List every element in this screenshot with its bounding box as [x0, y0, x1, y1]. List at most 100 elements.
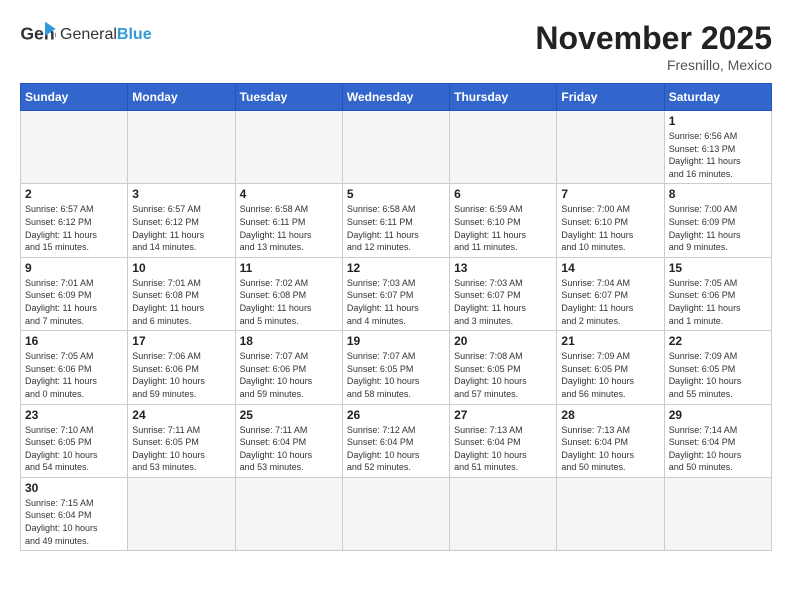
- calendar-cell: 5 Sunrise: 6:58 AM Sunset: 6:11 PM Daylig…: [342, 184, 449, 257]
- day-header-sunday: Sunday: [21, 84, 128, 111]
- day-info: Sunrise: 7:05 AM Sunset: 6:06 PM Dayligh…: [25, 350, 123, 400]
- calendar-week-row: 16 Sunrise: 7:05 AM Sunset: 6:06 PM Dayli…: [21, 331, 772, 404]
- day-header-thursday: Thursday: [450, 84, 557, 111]
- day-info: Sunrise: 6:57 AM Sunset: 6:12 PM Dayligh…: [25, 203, 123, 253]
- calendar-cell: 6Sunrise: 6:59 AM Sunset: 6:10 PM Daylig…: [450, 184, 557, 257]
- calendar-cell: [557, 111, 664, 184]
- calendar-cell: [128, 111, 235, 184]
- calendar-cell: [450, 477, 557, 550]
- day-info: Sunrise: 6:58 AM Sunset: 6:11 PM Dayligh…: [240, 203, 338, 253]
- calendar-week-row: 1Sunrise: 6:56 AM Sunset: 6:13 PM Daylig…: [21, 111, 772, 184]
- calendar-cell: [235, 111, 342, 184]
- logo: General GeneralBlue: [20, 20, 152, 50]
- calendar-cell: 13 Sunrise: 7:03 AM Sunset: 6:07 PM Dayli…: [450, 257, 557, 330]
- day-info: Sunrise: 7:03 AM Sunset: 6:07 PM Dayligh…: [454, 277, 552, 327]
- calendar-cell: 1Sunrise: 6:56 AM Sunset: 6:13 PM Daylig…: [664, 111, 771, 184]
- calendar-cell: 28 Sunrise: 7:13 AM Sunset: 6:04 PM Dayli…: [557, 404, 664, 477]
- calendar-cell: 21Sunrise: 7:09 AM Sunset: 6:05 PM Dayli…: [557, 331, 664, 404]
- calendar-cell: [235, 477, 342, 550]
- calendar-cell: 24 Sunrise: 7:11 AM Sunset: 6:05 PM Dayli…: [128, 404, 235, 477]
- day-number: 26: [347, 408, 445, 422]
- calendar-cell: 3Sunrise: 6:57 AM Sunset: 6:12 PM Daylig…: [128, 184, 235, 257]
- calendar-cell: 17Sunrise: 7:06 AM Sunset: 6:06 PM Dayli…: [128, 331, 235, 404]
- calendar-cell: [557, 477, 664, 550]
- calendar-week-row: 30Sunrise: 7:15 AM Sunset: 6:04 PM Dayli…: [21, 477, 772, 550]
- month-title: November 2025: [535, 20, 772, 57]
- day-number: 11: [240, 261, 338, 275]
- page-header: General GeneralBlue November 2025 Fresni…: [20, 20, 772, 73]
- calendar-cell: [21, 111, 128, 184]
- day-number: 23: [25, 408, 123, 422]
- calendar-cell: [664, 477, 771, 550]
- day-info: Sunrise: 7:06 AM Sunset: 6:06 PM Dayligh…: [132, 350, 230, 400]
- calendar-cell: 23 Sunrise: 7:10 AM Sunset: 6:05 PM Dayli…: [21, 404, 128, 477]
- day-number: 24: [132, 408, 230, 422]
- day-number: 18: [240, 334, 338, 348]
- day-info: Sunrise: 7:10 AM Sunset: 6:05 PM Dayligh…: [25, 424, 123, 474]
- day-info: Sunrise: 7:01 AM Sunset: 6:09 PM Dayligh…: [25, 277, 123, 327]
- day-number: 9: [25, 261, 123, 275]
- day-number: 21: [561, 334, 659, 348]
- calendar-cell: 18Sunrise: 7:07 AM Sunset: 6:06 PM Dayli…: [235, 331, 342, 404]
- day-number: 5: [347, 187, 445, 201]
- day-info: Sunrise: 7:04 AM Sunset: 6:07 PM Dayligh…: [561, 277, 659, 327]
- day-info: Sunrise: 7:01 AM Sunset: 6:08 PM Dayligh…: [132, 277, 230, 327]
- day-info: Sunrise: 7:14 AM Sunset: 6:04 PM Dayligh…: [669, 424, 767, 474]
- day-number: 2: [25, 187, 123, 201]
- calendar-cell: [342, 477, 449, 550]
- day-info: Sunrise: 6:59 AM Sunset: 6:10 PM Dayligh…: [454, 203, 552, 253]
- calendar-cell: 8 Sunrise: 7:00 AM Sunset: 6:09 PM Daylig…: [664, 184, 771, 257]
- day-number: 28: [561, 408, 659, 422]
- day-number: 22: [669, 334, 767, 348]
- day-number: 13: [454, 261, 552, 275]
- day-info: Sunrise: 6:58 AM Sunset: 6:11 PM Dayligh…: [347, 203, 445, 253]
- day-number: 7: [561, 187, 659, 201]
- calendar-week-row: 23 Sunrise: 7:10 AM Sunset: 6:05 PM Dayli…: [21, 404, 772, 477]
- day-info: Sunrise: 7:13 AM Sunset: 6:04 PM Dayligh…: [561, 424, 659, 474]
- calendar-cell: 25 Sunrise: 7:11 AM Sunset: 6:04 PM Dayli…: [235, 404, 342, 477]
- day-number: 19: [347, 334, 445, 348]
- day-info: Sunrise: 7:13 AM Sunset: 6:04 PM Dayligh…: [454, 424, 552, 474]
- calendar-header-row: SundayMondayTuesdayWednesdayThursdayFrid…: [21, 84, 772, 111]
- calendar-cell: 14 Sunrise: 7:04 AM Sunset: 6:07 PM Dayli…: [557, 257, 664, 330]
- calendar-cell: [450, 111, 557, 184]
- location: Fresnillo, Mexico: [535, 57, 772, 73]
- day-info: Sunrise: 7:11 AM Sunset: 6:04 PM Dayligh…: [240, 424, 338, 474]
- day-number: 16: [25, 334, 123, 348]
- day-info: Sunrise: 7:00 AM Sunset: 6:09 PM Dayligh…: [669, 203, 767, 253]
- day-number: 15: [669, 261, 767, 275]
- day-header-tuesday: Tuesday: [235, 84, 342, 111]
- day-info: Sunrise: 7:12 AM Sunset: 6:04 PM Dayligh…: [347, 424, 445, 474]
- day-number: 14: [561, 261, 659, 275]
- day-info: Sunrise: 7:07 AM Sunset: 6:05 PM Dayligh…: [347, 350, 445, 400]
- title-block: November 2025 Fresnillo, Mexico: [535, 20, 772, 73]
- day-number: 12: [347, 261, 445, 275]
- day-info: Sunrise: 7:09 AM Sunset: 6:05 PM Dayligh…: [669, 350, 767, 400]
- calendar-cell: 10 Sunrise: 7:01 AM Sunset: 6:08 PM Dayli…: [128, 257, 235, 330]
- day-number: 27: [454, 408, 552, 422]
- day-info: Sunrise: 7:02 AM Sunset: 6:08 PM Dayligh…: [240, 277, 338, 327]
- calendar-cell: 27 Sunrise: 7:13 AM Sunset: 6:04 PM Dayli…: [450, 404, 557, 477]
- day-info: Sunrise: 6:56 AM Sunset: 6:13 PM Dayligh…: [669, 130, 767, 180]
- calendar-cell: 22 Sunrise: 7:09 AM Sunset: 6:05 PM Dayli…: [664, 331, 771, 404]
- day-number: 29: [669, 408, 767, 422]
- calendar-week-row: 2 Sunrise: 6:57 AM Sunset: 6:12 PM Daylig…: [21, 184, 772, 257]
- calendar-cell: 12Sunrise: 7:03 AM Sunset: 6:07 PM Dayli…: [342, 257, 449, 330]
- day-info: Sunrise: 7:00 AM Sunset: 6:10 PM Dayligh…: [561, 203, 659, 253]
- day-header-friday: Friday: [557, 84, 664, 111]
- logo-blue: Blue: [117, 26, 152, 43]
- day-number: 8: [669, 187, 767, 201]
- day-info: Sunrise: 6:57 AM Sunset: 6:12 PM Dayligh…: [132, 203, 230, 253]
- calendar-cell: 26 Sunrise: 7:12 AM Sunset: 6:04 PM Dayli…: [342, 404, 449, 477]
- day-number: 25: [240, 408, 338, 422]
- day-number: 4: [240, 187, 338, 201]
- calendar-cell: 15 Sunrise: 7:05 AM Sunset: 6:06 PM Dayli…: [664, 257, 771, 330]
- calendar-cell: 20Sunrise: 7:08 AM Sunset: 6:05 PM Dayli…: [450, 331, 557, 404]
- calendar-cell: 19 Sunrise: 7:07 AM Sunset: 6:05 PM Dayli…: [342, 331, 449, 404]
- day-info: Sunrise: 7:05 AM Sunset: 6:06 PM Dayligh…: [669, 277, 767, 327]
- calendar-cell: 2 Sunrise: 6:57 AM Sunset: 6:12 PM Daylig…: [21, 184, 128, 257]
- day-number: 10: [132, 261, 230, 275]
- calendar-cell: [128, 477, 235, 550]
- day-info: Sunrise: 7:11 AM Sunset: 6:05 PM Dayligh…: [132, 424, 230, 474]
- calendar-cell: 4 Sunrise: 6:58 AM Sunset: 6:11 PM Daylig…: [235, 184, 342, 257]
